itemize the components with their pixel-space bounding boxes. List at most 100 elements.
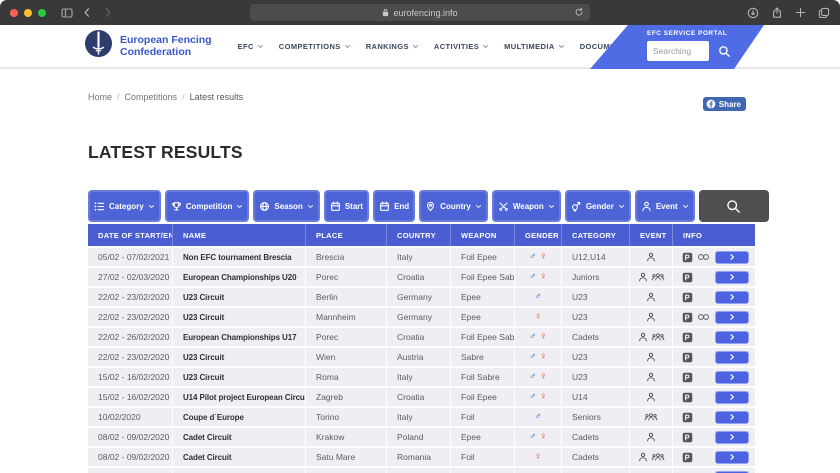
forward-icon[interactable] <box>102 7 113 18</box>
details-button[interactable] <box>715 391 749 404</box>
cell-gender: ♂ <box>515 408 562 426</box>
filter-end[interactable]: End <box>373 190 415 222</box>
column-header-event[interactable]: EVENT <box>630 224 673 246</box>
person-icon <box>638 332 648 342</box>
back-icon[interactable] <box>82 7 93 18</box>
pdf-icon[interactable] <box>682 352 693 363</box>
cell-name[interactable]: U23 Circuit <box>173 308 306 326</box>
cell-name[interactable]: European Championships U20 <box>173 268 306 286</box>
pdf-icon[interactable] <box>682 292 693 303</box>
cell-date: 22/02 - 23/02/2020 <box>88 308 173 326</box>
minimize-window-button[interactable] <box>24 9 32 17</box>
details-button[interactable] <box>715 411 749 424</box>
cell-name[interactable]: Cadet Circuit <box>173 448 306 466</box>
cell-name[interactable]: European Championships U17 <box>173 328 306 346</box>
new-tab-icon[interactable] <box>795 7 806 18</box>
column-header-name[interactable]: NAME <box>173 224 306 246</box>
chevron-right-icon <box>728 273 736 281</box>
cell-place: Porec <box>306 328 387 346</box>
pdf-icon[interactable] <box>682 332 693 343</box>
search-icon <box>718 45 731 58</box>
cell-name[interactable]: Cadet Circuit <box>173 428 306 446</box>
column-header-gender[interactable]: GENDER <box>515 224 562 246</box>
pdf-icon[interactable] <box>682 312 693 323</box>
column-header-category[interactable]: CATEGORY <box>562 224 630 246</box>
breadcrumb-competitions[interactable]: Competitions <box>125 92 178 102</box>
filter-country[interactable]: Country <box>419 190 488 222</box>
details-button[interactable] <box>715 371 749 384</box>
maximize-window-button[interactable] <box>38 9 46 17</box>
details-button[interactable] <box>715 331 749 344</box>
cell-name[interactable]: U23 Circuit <box>173 288 306 306</box>
cell-name[interactable]: Non EFC tournament Brescia <box>173 248 306 266</box>
filter-season[interactable]: Season <box>253 190 319 222</box>
link-icon[interactable] <box>697 252 710 262</box>
breadcrumb-latest-results[interactable]: Latest results <box>190 92 244 102</box>
pdf-icon[interactable] <box>682 452 693 463</box>
cell-name[interactable]: U14 Pilot project European Circuit <box>173 388 306 406</box>
cell-gender: ♂♀ <box>515 368 562 386</box>
filter-start[interactable]: Start <box>324 190 369 222</box>
details-button[interactable] <box>715 311 749 324</box>
breadcrumb-home[interactable]: Home <box>88 92 112 102</box>
efc-logo[interactable]: European Fencing Confederation <box>84 29 212 63</box>
share-page-icon[interactable] <box>771 7 783 19</box>
chevron-down-icon <box>682 203 689 210</box>
pdf-icon[interactable] <box>682 372 693 383</box>
column-header-place[interactable]: PLACE <box>306 224 387 246</box>
pdf-icon[interactable] <box>682 392 693 403</box>
filter-event[interactable]: Event <box>635 190 695 222</box>
filter-label: Event <box>656 202 678 211</box>
cell-info <box>673 268 755 286</box>
table-search-button[interactable] <box>699 190 769 222</box>
details-button[interactable] <box>715 431 749 444</box>
tab-overview-icon[interactable] <box>818 7 830 19</box>
cell-date: 15/02 - 16/02/2020 <box>88 368 173 386</box>
facebook-share-button[interactable]: Share <box>703 97 746 111</box>
column-header-date-of-start-end[interactable]: DATE OF START/END <box>88 224 173 246</box>
nav-item-activities[interactable]: ACTIVITIES <box>434 42 489 51</box>
cell-country: Croatia <box>387 388 451 406</box>
cell-name[interactable]: U23 Circuit <box>173 348 306 366</box>
cell-date: 27/02 - 02/03/2020 <box>88 268 173 286</box>
male-icon: ♂ <box>534 292 542 302</box>
column-header-info[interactable]: INFO <box>673 224 755 246</box>
details-button[interactable] <box>715 291 749 304</box>
nav-item-efc[interactable]: EFC <box>238 42 264 51</box>
details-button[interactable] <box>715 271 749 284</box>
cell-event <box>630 348 673 366</box>
nav-item-multimedia[interactable]: MULTIMEDIA <box>504 42 565 51</box>
cell-name[interactable]: U23 Circuit <box>173 368 306 386</box>
details-button[interactable] <box>715 451 749 464</box>
table-row: 05/02 - 07/02/2021 Non EFC tournament Br… <box>88 248 755 266</box>
nav-item-rankings[interactable]: RANKINGS <box>366 42 419 51</box>
details-button[interactable] <box>715 351 749 364</box>
column-header-country[interactable]: COUNTRY <box>387 224 451 246</box>
filter-weapon[interactable]: Weapon <box>492 190 561 222</box>
cell-name[interactable]: Coupe d´Europe <box>173 408 306 426</box>
filter-category[interactable]: Category <box>88 190 161 222</box>
nav-item-competitions[interactable]: COMPETITIONS <box>279 42 351 51</box>
column-header-weapon[interactable]: WEAPON <box>451 224 515 246</box>
filter-competition[interactable]: Competition <box>165 190 250 222</box>
chevron-right-icon <box>728 353 736 361</box>
refresh-icon[interactable] <box>574 7 584 17</box>
downloads-icon[interactable] <box>747 7 759 19</box>
pdf-icon[interactable] <box>682 412 693 423</box>
filter-icon <box>571 201 582 212</box>
details-button[interactable] <box>715 251 749 264</box>
portal-search-input[interactable] <box>647 41 709 61</box>
pdf-icon[interactable] <box>682 432 693 443</box>
cell-country: Romania <box>387 448 451 466</box>
pdf-icon[interactable] <box>682 252 693 263</box>
cell-date: 08/02 - 09/02/2020 <box>88 428 173 446</box>
close-window-button[interactable] <box>10 9 18 17</box>
pdf-icon[interactable] <box>682 272 693 283</box>
sidebar-toggle-icon[interactable] <box>61 7 73 19</box>
filter-gender[interactable]: Gender <box>565 190 631 222</box>
person-icon <box>646 432 656 442</box>
url-bar[interactable]: eurofencing.info <box>250 4 590 21</box>
link-icon[interactable] <box>697 312 710 322</box>
portal-search-button[interactable] <box>718 45 731 58</box>
cell-name[interactable] <box>173 468 306 473</box>
